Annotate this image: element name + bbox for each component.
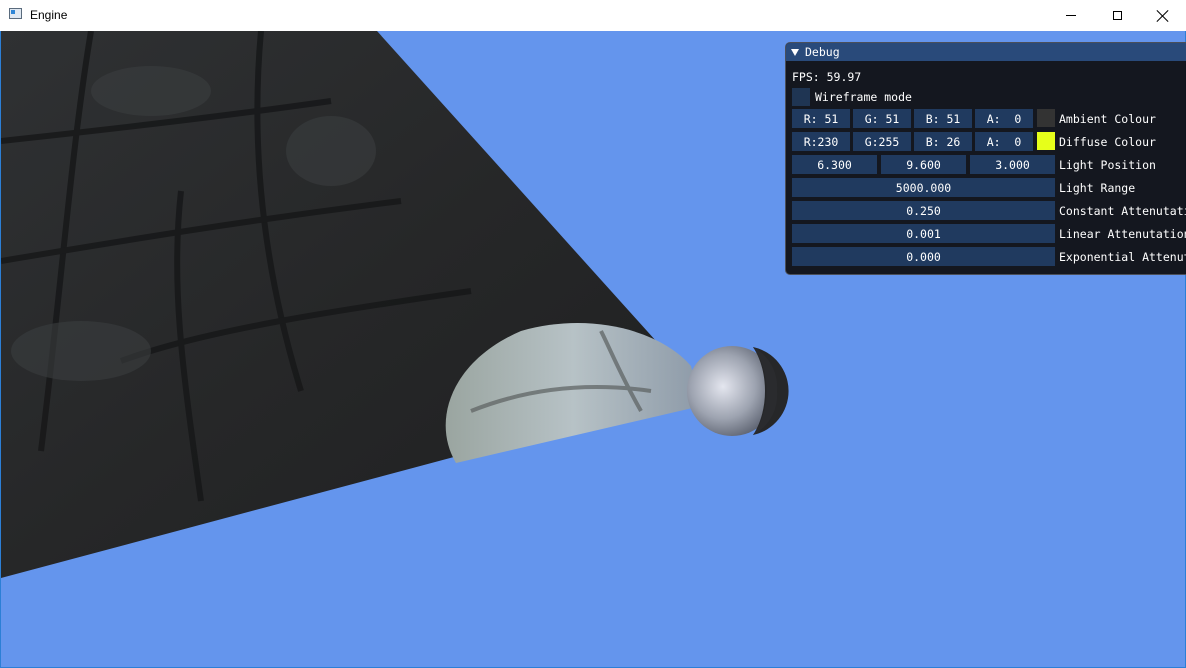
- constant-attenuation-field[interactable]: 0.250: [792, 201, 1055, 220]
- wireframe-checkbox[interactable]: [792, 87, 810, 106]
- diffuse-g-field[interactable]: G:255: [853, 132, 911, 151]
- floor-plane: [1, 31, 701, 578]
- light-position-label: Light Position: [1059, 157, 1156, 172]
- ambient-b-field[interactable]: B: 51: [914, 109, 972, 128]
- constant-attenuation-label: Constant Attenutation: [1059, 203, 1186, 218]
- collapse-triangle-icon[interactable]: [791, 48, 799, 56]
- diffuse-r-field[interactable]: R:230: [792, 132, 850, 151]
- diffuse-a-field[interactable]: A: 0: [975, 132, 1033, 151]
- ambient-colour-label: Ambient Colour: [1059, 111, 1156, 126]
- linear-attenuation-field[interactable]: 0.001: [792, 224, 1055, 243]
- diffuse-colour-swatch[interactable]: [1037, 132, 1055, 150]
- exponential-attenuation-field[interactable]: 0.000: [792, 247, 1055, 266]
- exponential-attenuation-label: Exponential Attenutation: [1059, 249, 1186, 264]
- window-title: Engine: [30, 8, 68, 22]
- light-position-z-field[interactable]: 3.000: [970, 155, 1055, 174]
- diffuse-b-field[interactable]: B: 26: [914, 132, 972, 151]
- debug-panel[interactable]: Debug FPS: 59.97 Wireframe mode R: 51 G:…: [785, 42, 1186, 275]
- light-range-label: Light Range: [1059, 180, 1136, 195]
- ambient-a-field[interactable]: A: 0: [975, 109, 1033, 128]
- app-icon: [9, 8, 22, 19]
- light-range-field[interactable]: 5000.000: [792, 178, 1055, 197]
- ambient-g-field[interactable]: G: 51: [853, 109, 911, 128]
- fps-readout: FPS: 59.97: [792, 69, 862, 84]
- diffuse-colour-label: Diffuse Colour: [1059, 134, 1156, 149]
- linear-attenuation-label: Linear Attenutation: [1059, 226, 1186, 241]
- wireframe-row[interactable]: Wireframe mode: [792, 87, 912, 106]
- maximize-icon: [1112, 11, 1122, 20]
- light-position-x-field[interactable]: 6.300: [792, 155, 877, 174]
- title-bar: Engine: [0, 0, 1186, 31]
- minimize-button[interactable]: [1048, 0, 1094, 31]
- light-position-y-field[interactable]: 9.600: [881, 155, 966, 174]
- ambient-r-field[interactable]: R: 51: [792, 109, 850, 128]
- debug-panel-title: Debug: [805, 45, 840, 59]
- maximize-button[interactable]: [1094, 0, 1140, 31]
- wireframe-label: Wireframe mode: [815, 89, 912, 104]
- close-button[interactable]: [1140, 0, 1186, 31]
- minimize-icon: [1066, 15, 1076, 16]
- ambient-colour-swatch[interactable]: [1037, 109, 1055, 127]
- debug-panel-header[interactable]: Debug: [786, 43, 1186, 61]
- close-icon: [1157, 10, 1169, 22]
